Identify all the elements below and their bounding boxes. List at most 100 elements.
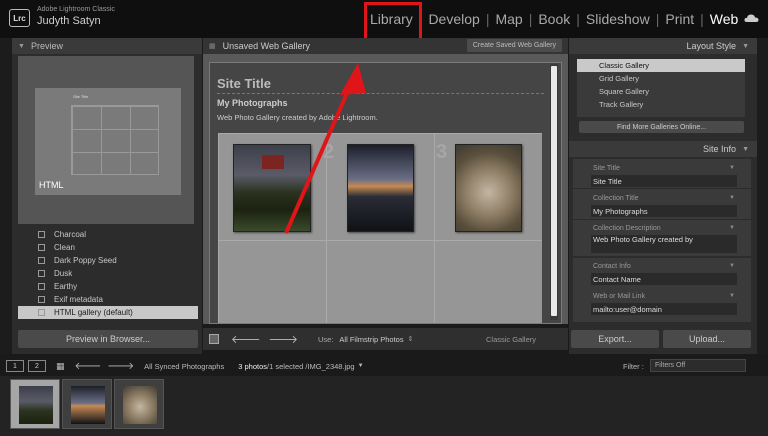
dropdown-caret-icon[interactable]: ▼ [729, 263, 735, 269]
filmstrip-source[interactable]: All Synced Photographs [144, 362, 224, 371]
scrollbar-thumb[interactable] [551, 66, 557, 316]
preview-panel-header[interactable]: ▼ Preview [12, 38, 202, 54]
module-slideshow[interactable]: Slideshow [580, 11, 656, 27]
gallery-name: Unsaved Web Gallery [222, 41, 310, 51]
center-toolbar: 🡐 🡒 Use: All Filmstrip Photos ⇕ Classic … [203, 328, 568, 350]
filmstrip-thumbnail[interactable] [62, 379, 112, 429]
back-arrow-icon[interactable]: 🡐 [75, 360, 102, 372]
site-title[interactable]: Site Title [217, 76, 271, 91]
template-preview-thumbnail: Site Title HTML [34, 87, 182, 196]
grid-view-icon[interactable]: ▦ [56, 361, 65, 372]
collection-description-field[interactable]: Web Photo Gallery created by [591, 235, 737, 253]
selection-info: /1 selected /IMG_2348.jpg [267, 361, 355, 371]
app-name: Adobe Lightroom Classic [37, 6, 115, 13]
site-info-title: Site Info [703, 144, 737, 154]
module-develop[interactable]: Develop [422, 11, 485, 27]
lrc-logo: Lrc [9, 9, 30, 27]
collection-title-label: Collection Title [593, 195, 639, 202]
dropdown-caret-icon[interactable]: ▼ [729, 195, 735, 201]
layout-style-header[interactable]: Layout Style ▼ [569, 38, 757, 54]
forward-arrow-icon[interactable]: 🡒 [107, 360, 134, 372]
template-file-icon [38, 257, 45, 264]
dropdown-arrows-icon: ⇕ [407, 336, 414, 343]
filmstrip-toolbar: 1 2 ▦ 🡐 🡒 All Synced Photographs 3 photo… [0, 357, 768, 375]
thumbnail-image [123, 386, 157, 424]
dropdown-caret-icon[interactable]: ▼ [729, 165, 735, 171]
collection-description-label: Collection Description [593, 225, 661, 232]
layout-item-selected[interactable]: Classic Gallery [577, 59, 745, 72]
use-dropdown[interactable]: All Filmstrip Photos [339, 335, 403, 344]
web-mail-link-field[interactable]: mailto:user@domain [591, 303, 737, 315]
template-item[interactable]: Earthy [18, 280, 198, 293]
cloud-icon[interactable] [744, 14, 759, 23]
module-map[interactable]: Map [489, 11, 528, 27]
filter-dropdown[interactable]: Filters Off [650, 359, 746, 372]
square-icon[interactable] [209, 334, 219, 344]
dropdown-caret-icon[interactable]: ▼ [729, 293, 735, 299]
preview-in-browser-button[interactable]: Preview in Browser... [18, 330, 198, 348]
template-file-icon [38, 283, 45, 290]
previous-arrow-icon[interactable]: 🡐 [231, 332, 261, 346]
title-divider [217, 93, 544, 94]
collapse-triangle-icon: ▼ [18, 42, 25, 50]
site-info-field-block: Collection Title ▼ My Photographs [573, 189, 751, 219]
preview-html-tag: HTML [39, 180, 64, 190]
dropdown-caret-icon[interactable]: ▼ [358, 363, 364, 369]
create-saved-gallery-button[interactable]: Create Saved Web Gallery [466, 39, 562, 52]
template-file-icon [38, 296, 45, 303]
site-info-field-block: Web or Mail Link ▼ mailto:user@domain [573, 288, 751, 322]
contact-info-field[interactable]: Contact Name [591, 273, 737, 285]
cell-number: 3 [436, 141, 448, 163]
main-window-button[interactable]: 1 [6, 360, 24, 372]
site-info-field-block: Site Title ▼ Site Title [573, 159, 751, 188]
template-browser: Charcoal Clean Dark Poppy Seed Dusk Eart… [18, 228, 198, 326]
template-item[interactable]: Clean [18, 241, 198, 254]
filter-label: Filter : [623, 361, 644, 371]
collection-title-field[interactable]: My Photographs [591, 205, 737, 217]
annotation-arrow [284, 63, 366, 234]
grip-icon: ▦ [209, 43, 216, 50]
layout-item[interactable]: Grid Gallery [577, 72, 745, 85]
layout-item[interactable]: Square Gallery [577, 85, 745, 98]
template-file-icon [38, 270, 45, 277]
filmstrip-thumbnail-selected[interactable] [10, 379, 60, 429]
layout-name-label: Classic Gallery [485, 334, 536, 344]
site-info-field-block: Contact Info ▼ Contact Name [573, 258, 751, 288]
module-web[interactable]: Web [704, 11, 745, 27]
left-panel-edge[interactable] [0, 38, 12, 354]
right-panel-edge[interactable] [757, 38, 768, 354]
second-window-button[interactable]: 2 [28, 360, 46, 372]
template-file-icon [38, 231, 45, 238]
annotation-highlight-box [364, 2, 422, 42]
layout-style-title: Layout Style [686, 41, 737, 51]
web-mail-link-label: Web or Mail Link [593, 293, 646, 300]
layout-style-list: Classic Gallery Grid Gallery Square Gall… [577, 59, 745, 117]
collapse-triangle-icon: ▼ [742, 145, 749, 153]
collapse-triangle-icon: ▼ [742, 42, 749, 50]
site-title-field[interactable]: Site Title [591, 175, 737, 187]
thumbnail-image [71, 386, 105, 424]
dropdown-caret-icon[interactable]: ▼ [729, 225, 735, 231]
template-item-selected[interactable]: HTML gallery (default) [18, 306, 198, 319]
upload-button[interactable]: Upload... [663, 330, 751, 348]
find-more-galleries-button[interactable]: Find More Galleries Online... [579, 121, 744, 133]
template-item[interactable]: Dusk [18, 267, 198, 280]
thumbnail-image [19, 386, 53, 424]
module-print[interactable]: Print [659, 11, 700, 27]
module-book[interactable]: Book [532, 11, 576, 27]
export-button[interactable]: Export... [571, 330, 659, 348]
center-header: ▦ Unsaved Web Gallery Create Saved Web G… [203, 38, 568, 54]
site-info-header[interactable]: Site Info ▼ [569, 141, 757, 157]
template-item[interactable]: Dark Poppy Seed [18, 254, 198, 267]
layout-item[interactable]: Track Gallery [577, 98, 745, 111]
template-item[interactable]: Charcoal [18, 228, 198, 241]
next-arrow-icon[interactable]: 🡒 [269, 332, 299, 346]
gallery-photo[interactable] [455, 144, 522, 232]
template-file-icon [38, 309, 45, 316]
user-name: Judyth Satyn [37, 15, 101, 27]
contact-info-label: Contact Info [593, 263, 631, 270]
filmstrip-thumbnail[interactable] [114, 379, 164, 429]
preview-panel-title: Preview [30, 41, 63, 51]
template-item[interactable]: Exif metadata [18, 293, 198, 306]
template-file-icon [38, 244, 45, 251]
